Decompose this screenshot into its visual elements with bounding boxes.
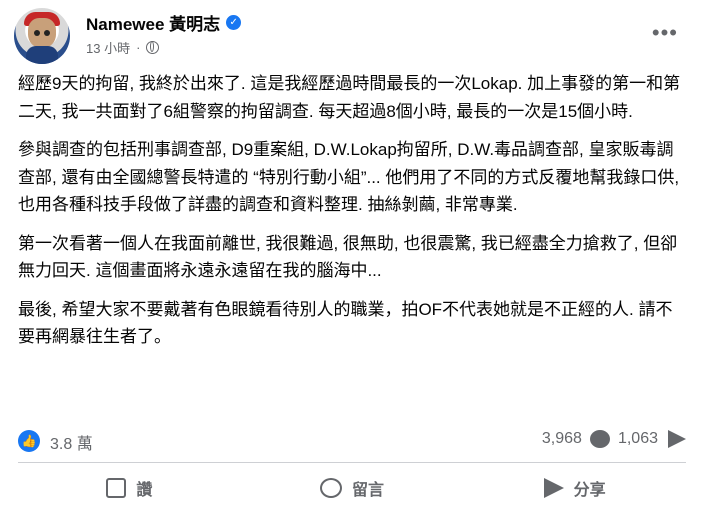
- comment-button[interactable]: 留言: [241, 468, 464, 508]
- like-button-label: 讚: [136, 482, 153, 499]
- post-paragraph: 經歷9天的拘留, 我終於出來了. 這是我經歷過時間最長的一次Lokap. 加上事…: [18, 74, 681, 121]
- post-paragraph: 最後, 希望大家不要戴著有色眼鏡看待別人的職業，拍OF不代表她就是不正經的人. …: [18, 299, 673, 347]
- comment-button-label: 留言: [352, 482, 385, 499]
- verified-badge-icon: ✓: [226, 15, 242, 30]
- share-count[interactable]: 1,063: [618, 430, 658, 448]
- action-bar: 讚 留言 分享: [18, 468, 686, 508]
- avatar-eye-left: [34, 30, 40, 36]
- post-meta: 13 小時 ·: [86, 38, 160, 57]
- comment-bubble-icon: [589, 430, 610, 448]
- meta-separator: ·: [136, 40, 141, 55]
- share-button[interactable]: 分享: [463, 468, 686, 508]
- author-name[interactable]: Namewee 黃明志: [86, 10, 220, 35]
- more-dots-icon[interactable]: •••: [652, 22, 678, 44]
- share-arrow-icon: [543, 478, 564, 498]
- post-stats: 👍 3.8 萬 3,968 1,063: [18, 428, 686, 458]
- post-paragraph: 第一次看著一個人在我面前離世, 我很難過, 很無助, 也很震驚, 我已經盡全力搶…: [18, 233, 678, 281]
- engagement-counts: 3,968 1,063: [542, 430, 686, 448]
- comment-bubble-icon: [320, 478, 342, 498]
- globe-icon: [146, 41, 160, 54]
- comment-count[interactable]: 3,968: [542, 430, 582, 448]
- avatar-eye-right: [44, 30, 50, 36]
- share-arrow-icon: [668, 430, 686, 448]
- thumbs-up-icon[interactable]: 👍: [18, 430, 40, 452]
- thumbs-up-icon: [106, 478, 127, 498]
- post-paragraph: 參與調查的包括刑事調查部, D9重案組, D.W.Lokap拘留所, D.W.毒…: [18, 140, 680, 214]
- like-count[interactable]: 3.8 萬: [50, 430, 93, 454]
- post-header: Namewee 黃明志 ✓ 13 小時 · •••: [14, 8, 690, 64]
- post-time[interactable]: 13 小時: [86, 38, 130, 57]
- post-body: 經歷9天的拘留, 我終於出來了. 這是我經歷過時間最長的一次Lokap. 加上事…: [18, 70, 686, 362]
- avatar[interactable]: [14, 8, 70, 64]
- share-button-label: 分享: [573, 482, 606, 499]
- avatar-body: [26, 46, 58, 64]
- avatar-face: [28, 18, 56, 48]
- author-name-row: Namewee 黃明志 ✓: [86, 10, 242, 35]
- divider: [18, 462, 686, 463]
- like-button[interactable]: 讚: [18, 468, 241, 508]
